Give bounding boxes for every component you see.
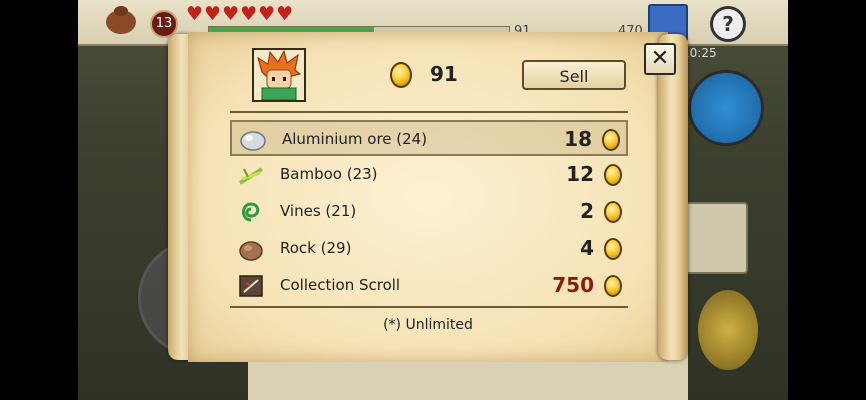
- item-row-bamboo[interactable]: Bamboo (23) 12: [230, 157, 628, 193]
- footnote: (*) Unlimited: [383, 317, 473, 333]
- item-row-rock[interactable]: Rock (29) 4: [230, 231, 628, 267]
- coin-icon: [602, 129, 620, 151]
- player-avatar: [252, 48, 306, 102]
- item-price: 2: [580, 199, 594, 223]
- item-price: 4: [580, 236, 594, 260]
- divider: [230, 111, 628, 113]
- item-label: Aluminium ore (24): [282, 130, 428, 148]
- sell-button[interactable]: Sell: [522, 60, 626, 90]
- item-label: Bamboo (23): [280, 165, 378, 183]
- coin-icon: [604, 275, 622, 297]
- sell-dialog: 91 Sell ✕ Aluminium ore (24) 18 Bamboo (…: [168, 30, 688, 364]
- help-button[interactable]: ?: [710, 6, 746, 42]
- item-label: Vines (21): [280, 202, 357, 220]
- divider: [230, 306, 628, 308]
- item-price: 18: [564, 127, 592, 151]
- inventory-bag-icon[interactable]: [102, 2, 140, 36]
- coin-icon: [390, 62, 412, 88]
- total-coins: 91: [430, 62, 458, 86]
- collection-scroll-icon: [239, 275, 263, 297]
- bamboo-icon: [238, 167, 264, 185]
- rock-icon: [239, 241, 263, 261]
- scroll-roll-right: [658, 34, 688, 360]
- coin-icon: [604, 164, 622, 186]
- coin-icon: [604, 238, 622, 260]
- vines-icon: [242, 202, 260, 222]
- item-price: 750: [552, 273, 594, 297]
- gold-pile-icon: [698, 290, 758, 370]
- close-button[interactable]: ✕: [644, 43, 676, 75]
- item-row-collection-scroll[interactable]: Collection Scroll 750: [230, 268, 628, 304]
- health-hearts: ♥♥♥♥♥♥: [186, 3, 295, 25]
- minimap[interactable]: [688, 70, 764, 146]
- aluminium-ore-icon: [240, 131, 266, 151]
- item-price: 12: [566, 162, 594, 186]
- item-row-aluminium-ore[interactable]: Aluminium ore (24) 18: [230, 120, 628, 156]
- item-label: Rock (29): [280, 239, 352, 257]
- inventory-slot[interactable]: [678, 202, 748, 274]
- item-label: Collection Scroll: [280, 276, 401, 294]
- item-row-vines[interactable]: Vines (21) 2: [230, 194, 628, 230]
- coin-icon: [604, 201, 622, 223]
